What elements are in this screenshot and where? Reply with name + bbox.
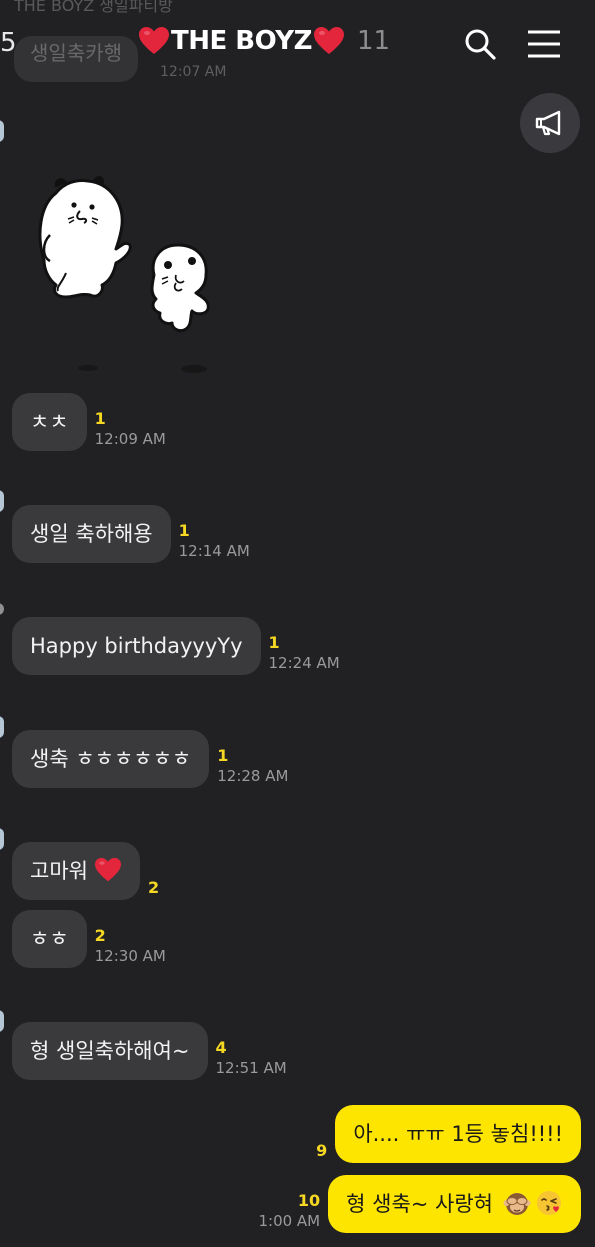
message-text: 고마워 xyxy=(30,859,88,883)
room-title-text: THE BOYZ xyxy=(171,26,312,56)
unread-count: 1 xyxy=(217,746,229,765)
message-bubble[interactable]: 형 생일축하해여~ xyxy=(12,1022,208,1080)
avatar[interactable] xyxy=(0,1010,4,1032)
unread-count: 1 xyxy=(94,409,106,428)
unread-count: 2 xyxy=(147,878,160,897)
message-bubble[interactable]: 고마워 xyxy=(12,842,140,900)
message-meta: 10 1:00 AM xyxy=(258,1191,320,1233)
message-meta: 2 12:30 AM xyxy=(95,926,166,968)
unread-count: 4 xyxy=(215,1038,227,1057)
message-time: 12:09 AM xyxy=(94,430,166,448)
message-bubble[interactable]: ㅎㅎ xyxy=(12,910,87,968)
unread-count: 9 xyxy=(316,1141,328,1160)
hamburger-menu-icon[interactable] xyxy=(526,28,562,60)
avatar[interactable] xyxy=(0,490,4,512)
message-time: 12:28 AM xyxy=(217,767,289,785)
unread-count: 2 xyxy=(94,926,106,945)
chat-message-row: 형 생일축하해여~ 4 12:51 AM xyxy=(12,1022,287,1080)
unread-count: 1 xyxy=(268,633,280,652)
red-heart-icon xyxy=(139,27,169,54)
notice-button[interactable] xyxy=(520,93,580,153)
message-time: 12:24 AM xyxy=(268,654,340,672)
avatar[interactable] xyxy=(0,716,4,738)
chat-message-row: 생축 ㅎㅎㅎㅎㅎㅎ 1 12:28 AM xyxy=(12,730,288,788)
red-heart-icon xyxy=(313,27,344,54)
avatar[interactable] xyxy=(0,603,4,615)
message-meta: 1 12:28 AM xyxy=(217,746,288,788)
chat-message-row: Happy birthdayyyYy 1 12:24 AM xyxy=(12,617,340,675)
message-meta: 4 12:51 AM xyxy=(216,1038,287,1080)
avatar[interactable] xyxy=(0,120,4,142)
message-meta: 1 12:14 AM xyxy=(179,521,250,563)
message-bubble[interactable]: ㅊㅊ xyxy=(12,393,87,451)
message-bubble[interactable]: 생일 축하해용 xyxy=(12,505,171,563)
message-time: 12:30 AM xyxy=(94,947,166,965)
message-meta: 1 12:09 AM xyxy=(95,409,166,451)
chat-screen: THE BOYZ 생일파티방 생일축카행 12:07 AM 5 THE BOYZ… xyxy=(0,0,595,1247)
message-meta: 1 12:24 AM xyxy=(269,633,340,675)
message-meta: 2 xyxy=(148,878,159,900)
message-meta: 9 xyxy=(316,1141,327,1163)
my-message-row: 10 1:00 AM 형 생축~ 사랑혀 xyxy=(258,1175,581,1233)
my-message-bubble[interactable]: 아.... ㅠㅠ 1등 놓침!!!! xyxy=(335,1105,581,1163)
message-time: 1:00 AM xyxy=(258,1212,321,1230)
unread-count: 10 xyxy=(297,1191,321,1210)
member-count: 11 xyxy=(356,26,391,56)
search-icon[interactable] xyxy=(462,26,498,62)
chat-message-row: 생일 축하해용 1 12:14 AM xyxy=(12,505,250,563)
message-time: 12:14 AM xyxy=(178,542,250,560)
message-text: 형 생축~ 사랑혀 xyxy=(346,1192,493,1216)
chat-message-row: ㅎㅎ 2 12:30 AM xyxy=(12,910,166,968)
kissing-face-emoji-icon xyxy=(537,1191,561,1215)
see-no-evil-monkey-emoji-icon xyxy=(503,1193,531,1215)
megaphone-icon xyxy=(535,110,561,136)
message-time: 12:51 AM xyxy=(215,1059,287,1077)
red-heart-emoji-icon xyxy=(94,857,121,882)
my-message-bubble[interactable]: 형 생축~ 사랑혀 xyxy=(328,1175,581,1233)
sticker-characters[interactable] xyxy=(26,165,246,380)
message-bubble[interactable]: Happy birthdayyyYy xyxy=(12,617,261,675)
chat-room-title[interactable]: THE BOYZ 11 xyxy=(138,26,390,56)
avatar[interactable] xyxy=(0,828,4,850)
my-message-row: 9 아.... ㅠㅠ 1등 놓침!!!! xyxy=(316,1105,581,1163)
chat-message-row: ㅊㅊ 1 12:09 AM xyxy=(12,393,166,451)
back-unread-count[interactable]: 5 xyxy=(0,28,17,58)
chat-header: 5 THE BOYZ 11 xyxy=(0,0,595,86)
unread-count: 1 xyxy=(178,521,190,540)
message-bubble[interactable]: 생축 ㅎㅎㅎㅎㅎㅎ xyxy=(12,730,210,788)
chat-message-row: 고마워 2 xyxy=(12,842,159,900)
